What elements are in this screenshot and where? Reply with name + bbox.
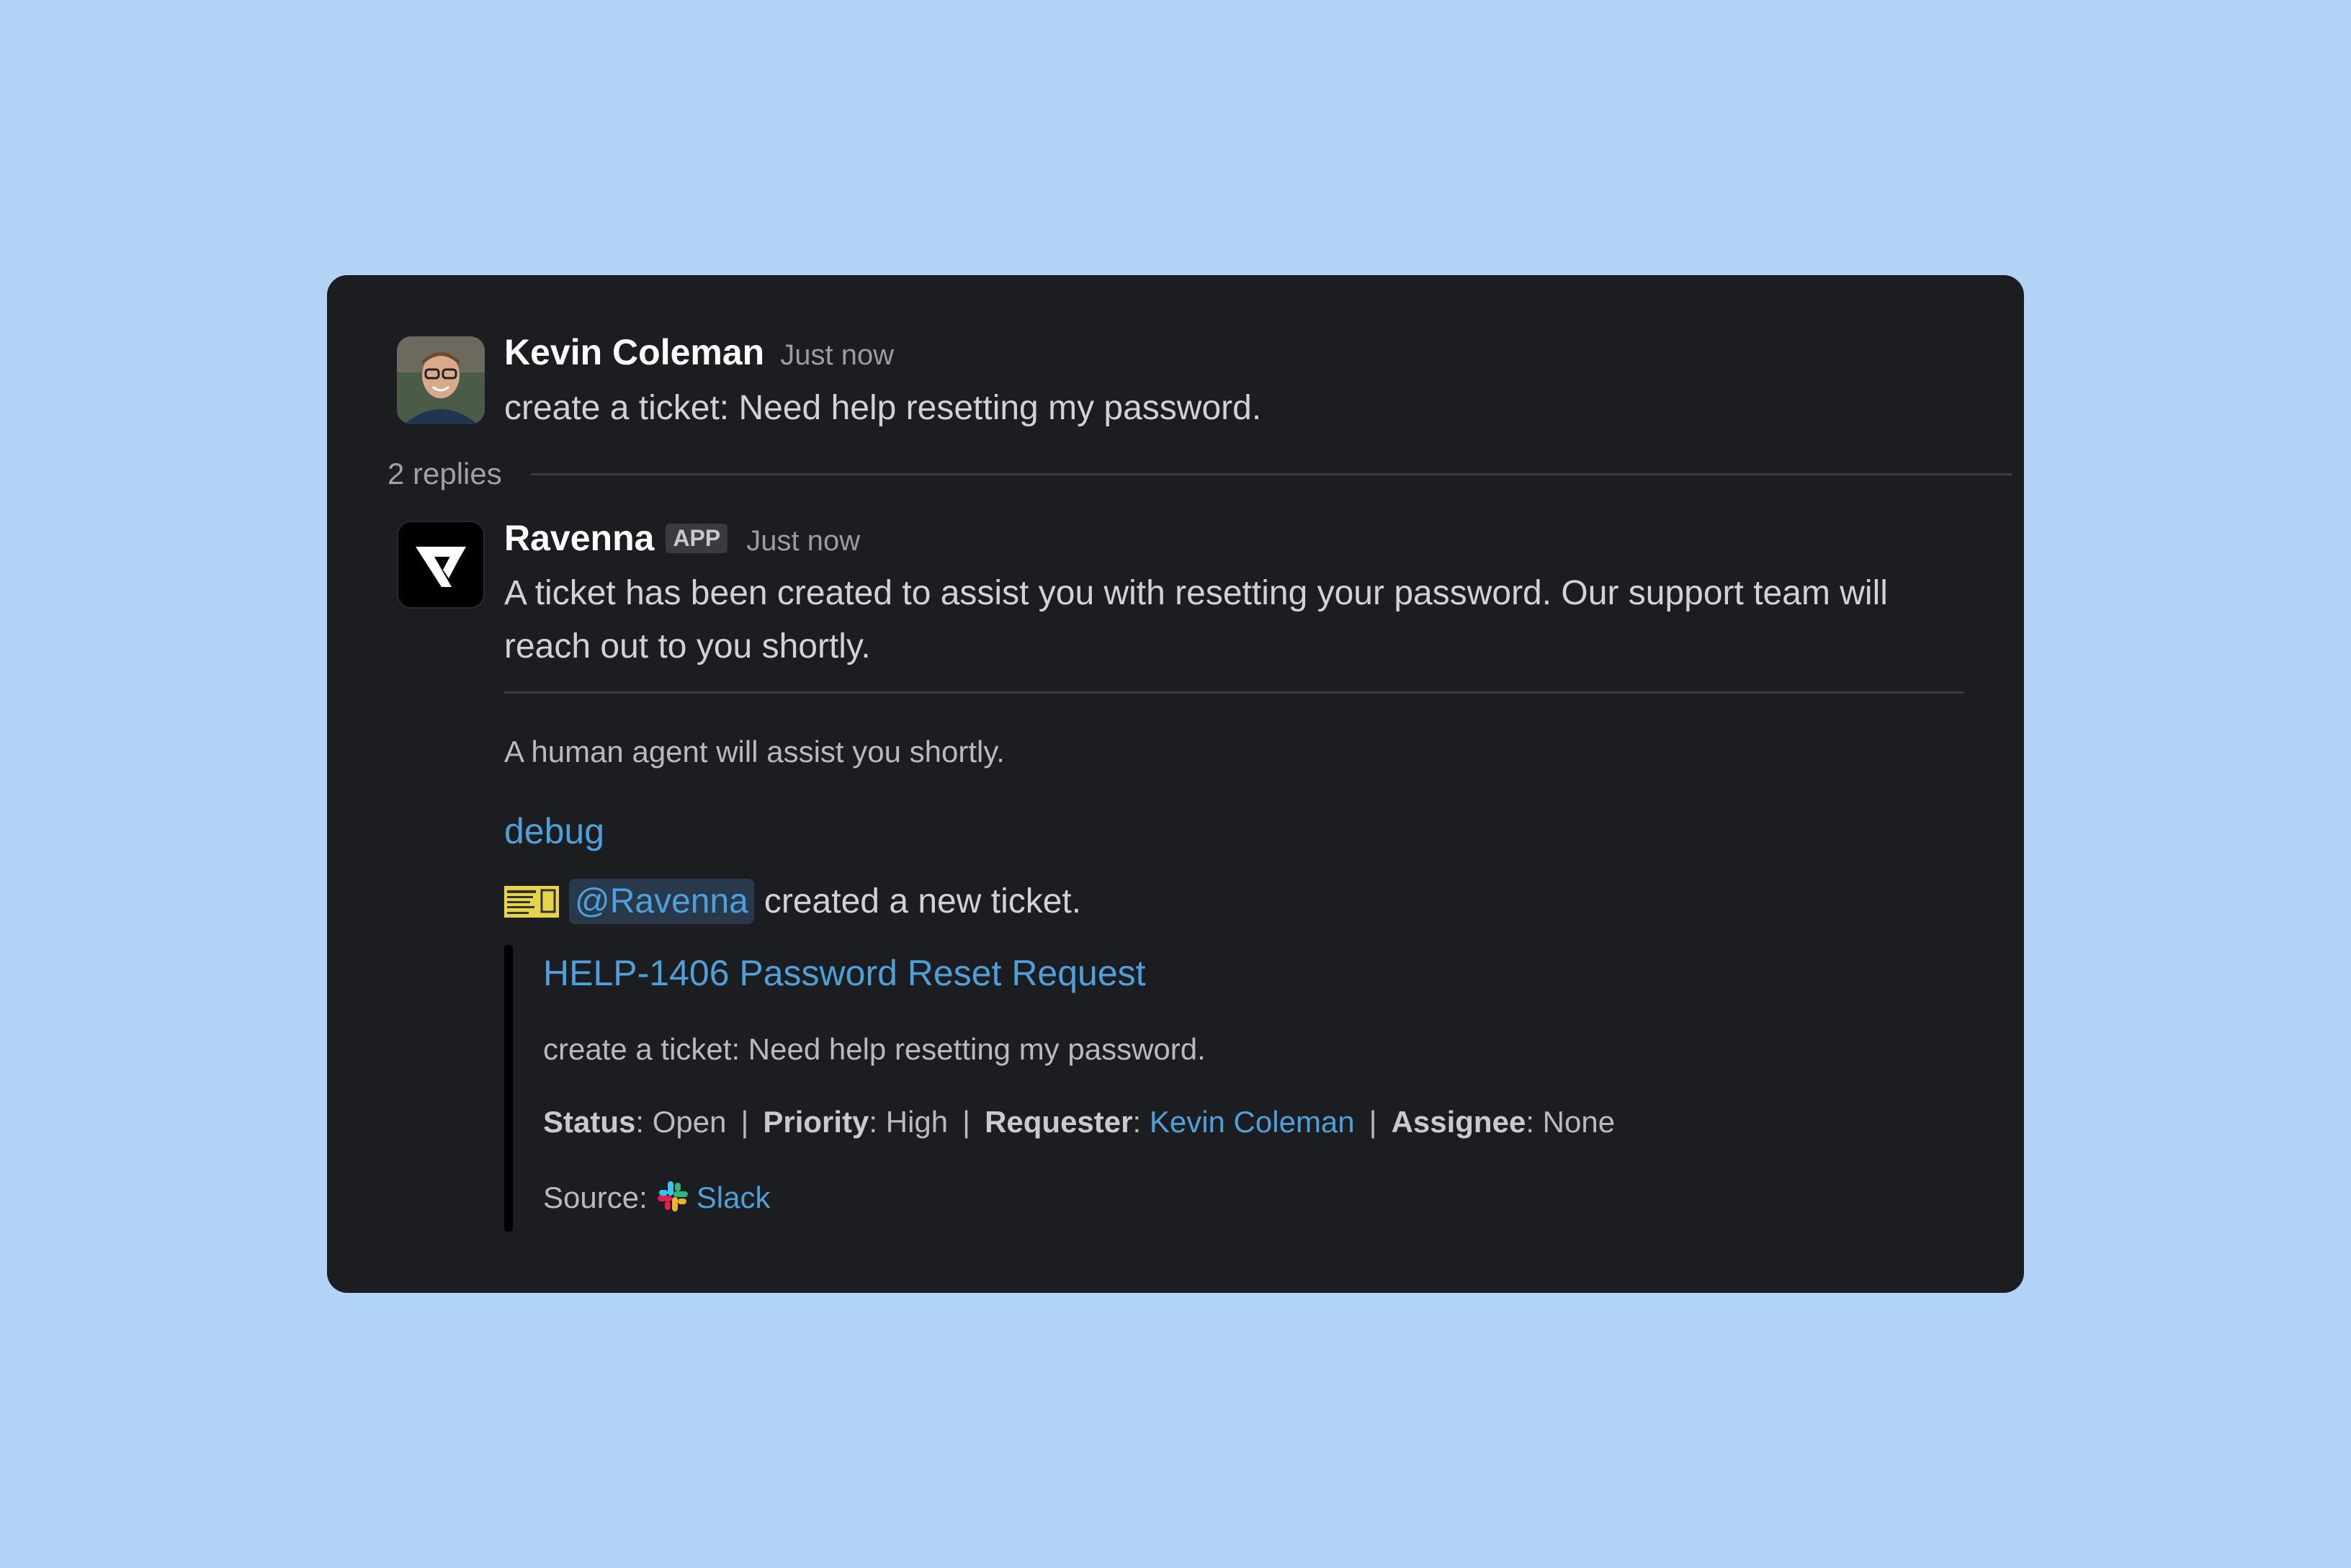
- priority-value: High: [885, 1105, 949, 1139]
- divider: [504, 691, 1963, 694]
- message-thread-card: Kevin Coleman Just now create a ticket: …: [327, 275, 2024, 1293]
- slack-logo-icon: [655, 1178, 691, 1222]
- replies-count[interactable]: 2 replies: [388, 457, 502, 491]
- priority-label: Priority: [763, 1105, 869, 1139]
- app-badge: APP: [666, 523, 728, 553]
- status-label: Status: [543, 1105, 636, 1139]
- source-slack-link[interactable]: Slack: [697, 1181, 771, 1214]
- ticket-fields: Status: Open | Priority: High | Requester: K…: [543, 1105, 1616, 1139]
- user-photo-icon: [397, 336, 485, 424]
- message-text: create a ticket: Need help resetting my …: [504, 389, 1262, 427]
- ticket-emoji-icon: [504, 885, 559, 918]
- ticket-title-link[interactable]: HELP-1406 Password Reset Request: [543, 952, 1146, 994]
- mention-ravenna[interactable]: @Ravenna: [569, 879, 754, 924]
- debug-link[interactable]: debug: [504, 810, 604, 852]
- created-text: created a new ticket.: [763, 882, 1082, 920]
- agent-note: A human agent will assist you shortly.: [504, 735, 1005, 769]
- message-text: A ticket has been created to assist you …: [504, 574, 1888, 666]
- ticket-description: create a ticket: Need help resetting my …: [543, 1032, 1206, 1066]
- timestamp[interactable]: Just now: [780, 339, 894, 372]
- ticket-source: Source: Slack: [543, 1178, 770, 1222]
- message-header: Kevin Coleman Just now: [504, 331, 894, 373]
- kevin-avatar[interactable]: [397, 336, 485, 424]
- status-value: Open: [652, 1105, 727, 1139]
- divider: [530, 472, 2012, 475]
- ravenna-avatar[interactable]: [397, 521, 485, 609]
- assignee-value: None: [1542, 1105, 1616, 1139]
- author-name[interactable]: Ravenna: [504, 517, 654, 559]
- requester-label: Requester: [985, 1105, 1133, 1139]
- message-header: Ravenna APP Just now: [504, 517, 860, 559]
- assignee-label: Assignee: [1391, 1105, 1526, 1139]
- author-name[interactable]: Kevin Coleman: [504, 331, 764, 373]
- source-label: Source:: [543, 1181, 648, 1215]
- ticket-created-line: @Ravenna created a new ticket.: [504, 879, 1081, 924]
- requester-link[interactable]: Kevin Coleman: [1150, 1105, 1355, 1139]
- ravenna-logo-icon: [398, 522, 483, 607]
- attachment-bar: [504, 945, 513, 1232]
- timestamp[interactable]: Just now: [746, 525, 860, 557]
- replies-separator: 2 replies: [388, 457, 2012, 491]
